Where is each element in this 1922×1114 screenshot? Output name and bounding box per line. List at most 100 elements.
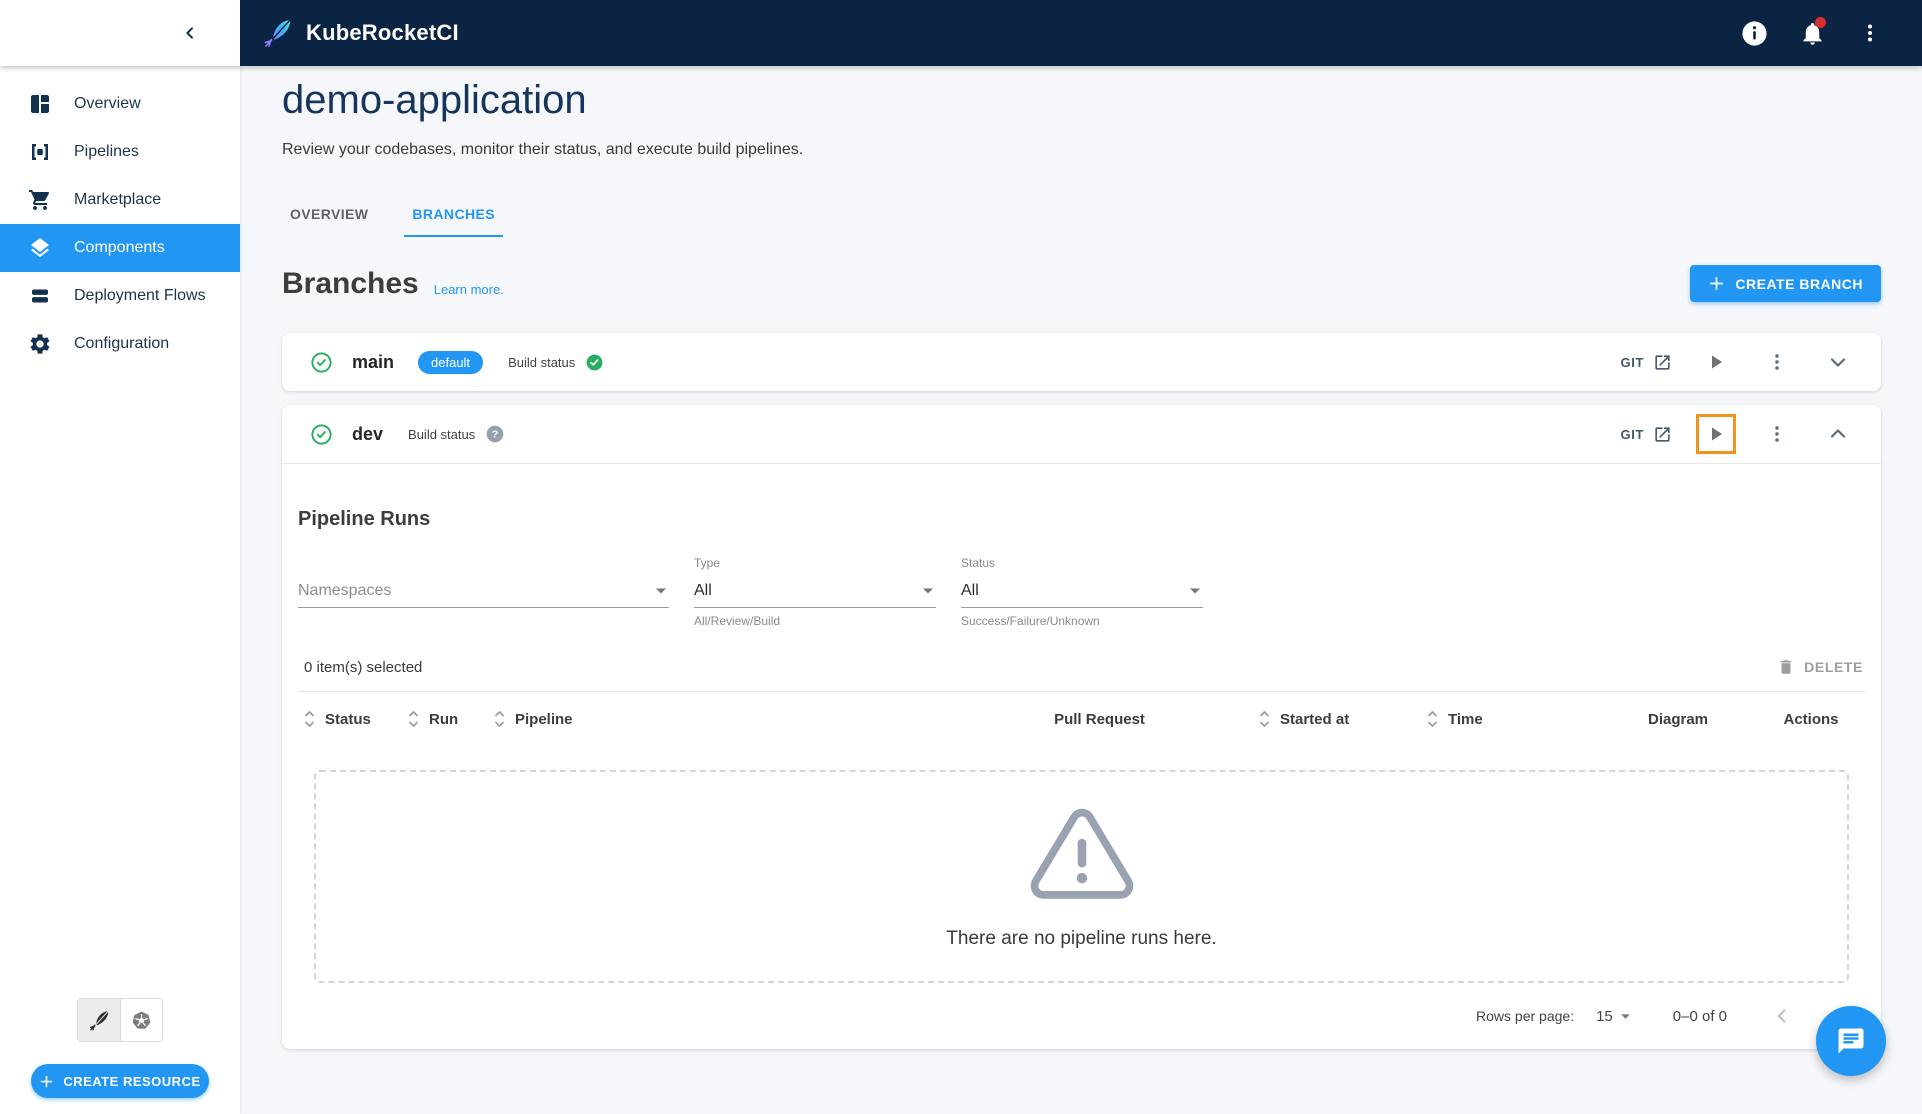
filter-label (298, 556, 669, 573)
column-header-time[interactable]: Time (1421, 709, 1599, 729)
notifications-button[interactable] (1796, 17, 1828, 49)
sidebar-item-configuration[interactable]: Configuration (0, 320, 240, 368)
git-label: GIT (1620, 354, 1644, 370)
previous-page-button[interactable] (1771, 1005, 1793, 1027)
expand-branch-button[interactable] (1821, 345, 1855, 379)
column-header-diagram: Diagram (1647, 710, 1709, 728)
git-label: GIT (1620, 426, 1644, 442)
build-status-label: Build status (408, 426, 476, 442)
layers-icon (28, 236, 52, 260)
sidebar-item-overview[interactable]: Overview (0, 80, 240, 128)
learn-more-link[interactable]: Learn more. (434, 282, 504, 302)
git-link[interactable]: GIT (1621, 425, 1672, 444)
sidebar-item-pipelines[interactable]: Pipelines (0, 128, 240, 176)
column-header-status[interactable]: Status (298, 709, 402, 729)
chevron-left-icon (1777, 1009, 1786, 1023)
external-link-icon (1655, 426, 1670, 442)
appbar-menu-button[interactable] (1854, 17, 1886, 49)
rows-per-page-label: Rows per page: (1476, 1008, 1575, 1024)
check-circle-outline-icon (311, 351, 332, 373)
kebab-menu-icon (1775, 426, 1779, 442)
type-filter: Type All All/Review/Build (694, 556, 936, 628)
build-unknown-icon: ? (485, 424, 505, 444)
dropdown-arrow-icon (1620, 1013, 1630, 1019)
status-selected-value: All (961, 582, 979, 599)
status-select[interactable]: All (961, 576, 1203, 608)
trigger-build-button-highlighted[interactable] (1696, 414, 1736, 454)
plus-icon (1710, 276, 1724, 291)
column-header-run[interactable]: Run (402, 709, 488, 729)
sort-icon (1428, 711, 1437, 727)
trigger-build-button[interactable] (1699, 345, 1733, 379)
branches-header: Branches Learn more. CREATE BRANCH (282, 265, 1881, 302)
sidebar-item-marketplace[interactable]: Marketplace (0, 176, 240, 224)
namespaces-placeholder: Namespaces (298, 582, 392, 599)
info-button[interactable] (1738, 17, 1770, 49)
create-branch-button[interactable]: CREATE BRANCH (1690, 265, 1881, 302)
empty-state: There are no pipeline runs here. (314, 770, 1849, 983)
chevron-up-icon (1830, 429, 1846, 438)
main-content: demo-application Review your codebases, … (240, 66, 1922, 1114)
column-header-pipeline[interactable]: Pipeline (488, 709, 940, 729)
sidebar-item-deployment-flows[interactable]: Deployment Flows (0, 272, 240, 320)
selected-count-text: 0 item(s) selected (304, 658, 423, 676)
kubernetes-view-toggle[interactable] (120, 999, 162, 1041)
app-window: KubeRocketCI Overview Pipelines Marketpl… (0, 0, 1922, 1114)
app-bar: KubeRocketCI (240, 0, 1922, 66)
sidebar-item-label: Marketplace (74, 191, 162, 208)
dropdown-arrow-icon (656, 588, 666, 594)
branch-row[interactable]: main default Build status GIT (282, 333, 1881, 391)
gear-icon (28, 332, 52, 356)
view-toggle-group (77, 998, 163, 1042)
branch-menu-button[interactable] (1760, 345, 1794, 379)
dropdown-arrow-icon (1190, 588, 1200, 594)
page-subtitle: Review your codebases, monitor their sta… (282, 141, 804, 158)
pagination: Rows per page: 15 0–0 of 0 (298, 983, 1865, 1049)
pipelines-icon (28, 140, 52, 164)
appbar-actions (1738, 17, 1886, 49)
branch-row[interactable]: dev Build status ? GIT (282, 405, 1881, 463)
sort-icon (1260, 711, 1269, 727)
kubernetes-wheel-icon (132, 1010, 151, 1029)
git-link[interactable]: GIT (1621, 353, 1672, 372)
pagination-range: 0–0 of 0 (1672, 1007, 1727, 1025)
rocket-feather-logo-icon (264, 19, 291, 47)
type-select[interactable]: All (694, 576, 936, 608)
sidebar-header (0, 0, 240, 66)
branch-list: main default Build status GIT dev Build … (282, 333, 1881, 1049)
type-filter-label: Type (694, 556, 721, 570)
create-resource-button[interactable]: CREATE RESOURCE (31, 1064, 209, 1098)
sidebar-footer: CREATE RESOURCE (0, 998, 240, 1114)
sidebar: Overview Pipelines Marketplace Component… (0, 66, 240, 1114)
pipeline-runs-panel: Pipeline Runs Namespaces Type All All/Re… (282, 463, 1881, 1049)
kuberocketci-view-toggle[interactable] (78, 999, 120, 1041)
warning-triangle-icon (1030, 808, 1133, 899)
sidebar-item-label: Pipelines (74, 143, 139, 160)
column-header-started-at[interactable]: Started at (1253, 709, 1421, 729)
sidebar-item-components[interactable]: Components (0, 224, 240, 272)
sidebar-collapse-button[interactable] (174, 17, 206, 49)
sidebar-item-label: Overview (74, 95, 141, 112)
tab-branches[interactable]: BRANCHES (404, 196, 503, 237)
build-status-label: Build status (508, 354, 576, 370)
app-name: KubeRocketCI (306, 20, 459, 45)
collapse-branch-button[interactable] (1821, 417, 1855, 451)
rows-per-page-select[interactable]: 15 (1596, 1008, 1631, 1025)
app-logo[interactable]: KubeRocketCI (262, 17, 459, 49)
delete-button[interactable]: DELETE (1777, 658, 1863, 676)
chat-fab-button[interactable] (1816, 1006, 1886, 1076)
chat-icon (1838, 1028, 1864, 1054)
sort-icon (305, 711, 314, 727)
dropdown-arrow-icon (923, 588, 933, 594)
branch-menu-button[interactable] (1760, 417, 1794, 451)
info-icon (1741, 20, 1767, 46)
svg-text:?: ? (492, 430, 498, 441)
delete-label: DELETE (1804, 659, 1863, 675)
create-branch-label: CREATE BRANCH (1735, 275, 1863, 292)
empty-state-text: There are no pipeline runs here. (946, 927, 1217, 949)
play-icon (1712, 427, 1722, 441)
status-filter-helper: Success/Failure/Unknown (961, 614, 1100, 628)
cart-icon (28, 188, 52, 212)
namespaces-select[interactable]: Namespaces (298, 576, 669, 608)
tab-overview[interactable]: OVERVIEW (282, 196, 376, 237)
